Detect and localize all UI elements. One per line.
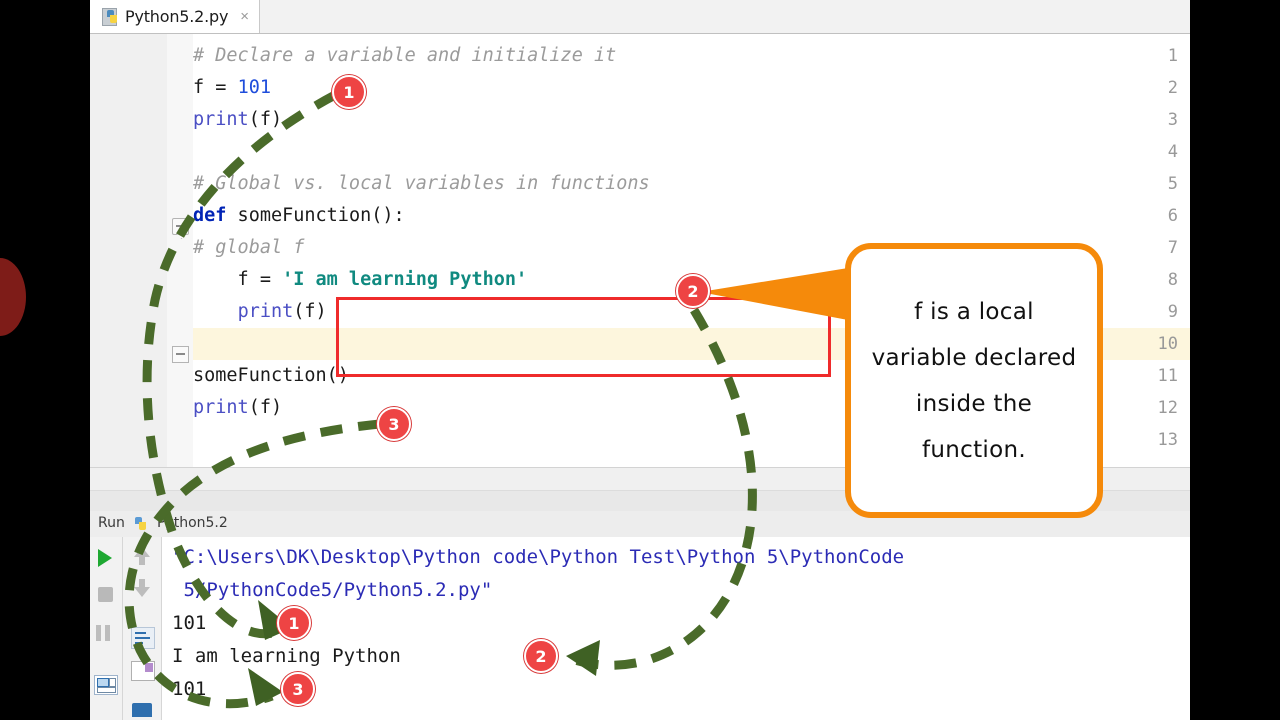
tab-label: Python5.2.py [125,7,228,26]
python-file-icon [102,8,119,25]
console-line-4: I am learning Python [172,640,1190,673]
token: 'I am learning Python' [282,269,527,290]
line-number-12: 12 [1118,392,1178,424]
python-config-icon [135,516,150,531]
line-number-11: 11 [1118,360,1178,392]
run-toolbar-left[interactable] [90,537,123,720]
code-line-2[interactable]: f = 101 [193,72,271,104]
code-line-1[interactable]: # Declare a variable and initialize it [193,40,616,72]
line-number-9: 9 [1118,296,1178,328]
fold-marker-def[interactable] [172,218,189,235]
highlight-box-local-assignment [336,297,831,377]
stop-icon[interactable] [98,587,113,602]
callout-text: f is a local variable declared inside th… [872,289,1077,473]
callout-line-1: f is a local [872,289,1077,335]
token: print [238,301,294,322]
code-line-6[interactable]: def someFunction(): [193,200,405,232]
soft-wrap-icon[interactable] [131,627,155,649]
scroll-up-icon[interactable] [134,547,150,557]
code-line-8[interactable]: f = 'I am learning Python' [193,264,527,296]
line-number-10: 10 [1118,328,1178,360]
line-number-6: 6 [1118,200,1178,232]
run-config-name: Python5.2 [157,515,228,531]
token: (f) [249,397,282,418]
token [193,301,238,322]
token: print [193,397,249,418]
code-folding-strip[interactable] [167,34,193,467]
callout-line-2: variable declared [872,335,1077,381]
console-output: "C:\Users\DK\Desktop\Python code\Python … [172,541,1190,706]
marker-3-code: 3 [377,407,411,441]
line-number-1: 1 [1118,40,1178,72]
tab-bar-empty-area [261,0,1190,33]
scroll-to-end-icon[interactable] [94,675,118,695]
code-line-9[interactable]: print(f) [193,296,327,328]
line-number-5: 5 [1118,168,1178,200]
console-line-3: 101 [172,607,1190,640]
screenshot-root: Python5.2.py × 12345678910111213 # Decla… [0,0,1280,720]
code-line-5[interactable]: # Global vs. local variables in function… [193,168,650,200]
marker-1-console: 1 [277,606,311,640]
editor-tab-bar: Python5.2.py × [90,0,1190,34]
token: f = [193,77,238,98]
marker-3-console: 3 [281,672,315,706]
run-console-body: "C:\Users\DK\Desktop\Python code\Python … [90,537,1190,720]
callout-line-4: function. [872,427,1077,473]
line-number-8: 8 [1118,264,1178,296]
token: # Declare a variable and initialize it [193,45,616,66]
token: 101 [238,77,271,98]
token: # global f [193,237,304,258]
run-icon[interactable] [98,549,112,567]
decorative-circle [0,258,26,336]
pause-icon[interactable] [96,625,110,641]
marker-1-code: 1 [332,75,366,109]
close-icon[interactable]: × [240,8,249,25]
line-number-7: 7 [1118,232,1178,264]
code-line-12[interactable]: print(f) [193,392,282,424]
run-toolbar-secondary[interactable] [123,537,162,720]
scroll-down-icon[interactable] [134,587,150,597]
tab-python5-2-py[interactable]: Python5.2.py × [90,0,260,33]
fold-marker-end[interactable] [172,346,189,363]
line-number-13: 13 [1118,424,1178,456]
console-line-2: 5/PythonCode5/Python5.2.py" [172,574,1190,607]
token: (f) [249,109,282,130]
callout-local-variable: f is a local variable declared inside th… [845,243,1103,518]
token: print [193,109,249,130]
line-number-3: 3 [1118,104,1178,136]
line-number-gutter [90,34,168,467]
line-number-4: 4 [1118,136,1178,168]
print-icon[interactable] [132,703,152,717]
line-number-2: 2 [1118,72,1178,104]
code-line-3[interactable]: print(f) [193,104,282,136]
marker-2-console: 2 [524,639,558,673]
clear-all-icon[interactable] [131,661,155,681]
token: someFunction(): [226,205,404,226]
callout-line-3: inside the [872,381,1077,427]
token: def [193,205,226,226]
token: someFunction() [193,365,349,386]
token: # Global vs. local variables in function… [193,173,650,194]
console-line-5: 101 [172,673,1190,706]
marker-2-code: 2 [676,274,710,308]
code-line-7[interactable]: # global f [193,232,304,264]
code-line-11[interactable]: someFunction() [193,360,349,392]
token: f = [193,269,282,290]
token: (f) [293,301,326,322]
console-line-1: "C:\Users\DK\Desktop\Python code\Python … [172,541,1190,574]
run-panel-title: Run [98,515,125,531]
